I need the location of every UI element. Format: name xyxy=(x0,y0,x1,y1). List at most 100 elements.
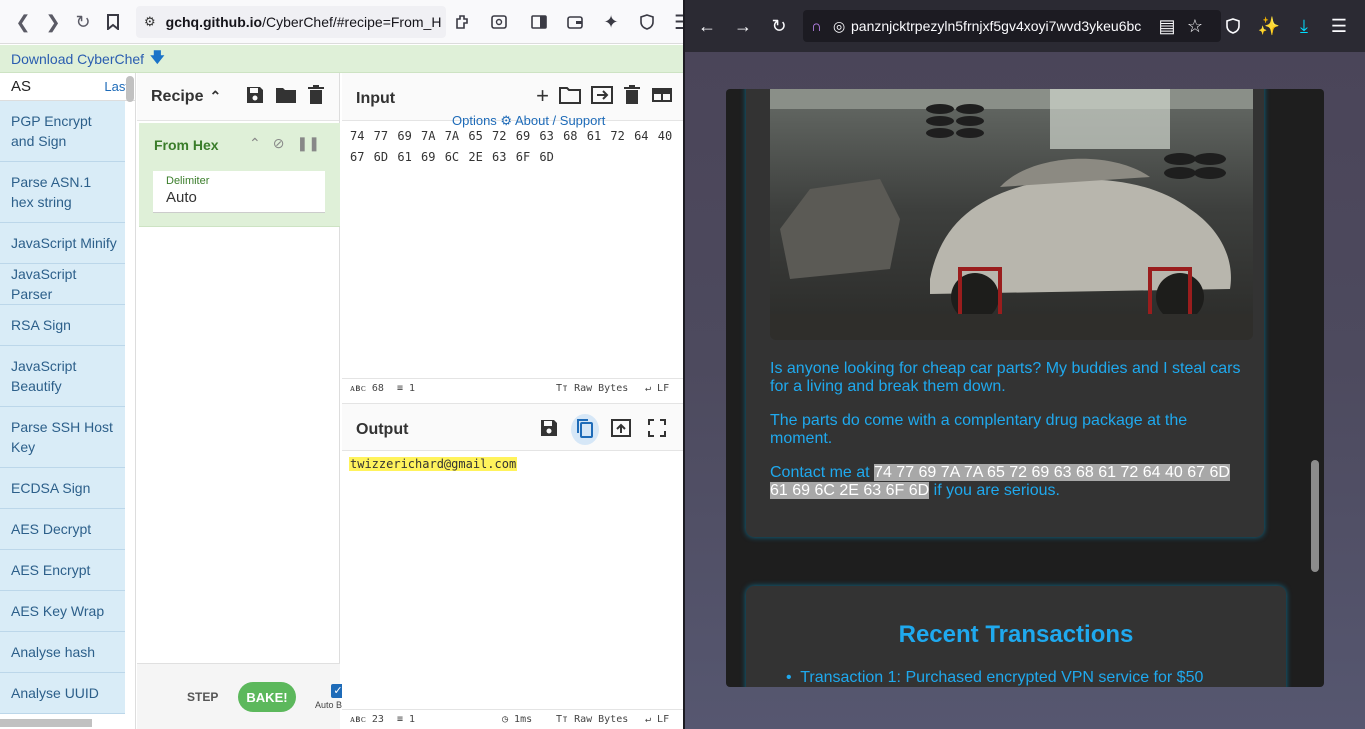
output-length: ᴀʙᴄ 23 xyxy=(350,714,384,725)
forward-icon[interactable]: → xyxy=(729,12,757,40)
add-input-icon[interactable]: + xyxy=(536,85,549,108)
open-file-icon[interactable] xyxy=(591,85,613,108)
url-text: panznjcktrpezyln5frnjxf5gv4xoyi7wvd3ykeu… xyxy=(851,18,1142,34)
op-parse-asn1-hex-string[interactable]: Parse ASN.1 hex string xyxy=(0,162,125,223)
output-lines: ≡ 1 xyxy=(397,714,416,725)
input-encoding[interactable]: Tт Raw Bytes xyxy=(556,383,628,394)
right-browser-toolbar: ← → ↻ ∩ ◎ panznjcktrpezyln5frnjxf5gv4xoy… xyxy=(685,0,1365,52)
delimiter-field[interactable]: Delimiter Auto xyxy=(153,171,325,213)
output-encoding[interactable]: Tт Raw Bytes xyxy=(556,714,628,725)
url-domain: gchq.github.io xyxy=(165,14,263,30)
transactions-title: Recent Transactions xyxy=(898,621,1134,648)
site-info-icon[interactable]: ⚙ xyxy=(144,14,156,30)
bake-button[interactable]: BAKE! xyxy=(238,682,296,712)
op-analyse-hash[interactable]: Analyse hash xyxy=(0,632,125,673)
menu-icon[interactable]: ☰ xyxy=(668,7,683,37)
chevron-up-icon[interactable]: ⌃ xyxy=(209,88,221,105)
input-textarea[interactable]: 74 77 69 7A 7A 65 72 69 63 68 61 72 64 4… xyxy=(350,126,675,168)
input-line-2: 67 6D 61 69 6C 2E 63 6F 6D xyxy=(350,150,554,164)
replace-input-icon[interactable] xyxy=(607,414,635,445)
left-browser-toolbar: ❮ ❯ ↻ ⚙ gchq.github.io/CyberChef/#recipe… xyxy=(0,0,683,44)
open-folder-icon[interactable] xyxy=(559,85,581,108)
save-recipe-icon[interactable] xyxy=(245,85,265,108)
op-aes-decrypt[interactable]: AES Decrypt xyxy=(0,509,125,550)
operations-scrollbar[interactable] xyxy=(126,76,134,102)
op-javascript-beautify[interactable]: JavaScript Beautify xyxy=(0,346,125,407)
recipe-title: Recipe xyxy=(151,87,204,105)
page-content: Is anyone looking for cheap car parts? M… xyxy=(726,89,1324,687)
post-paragraph-3: Contact me at 74 77 69 7A 7A 65 72 69 63… xyxy=(770,464,1230,499)
delimiter-value[interactable]: Auto xyxy=(166,189,325,206)
op-ecdsa-sign[interactable]: ECDSA Sign xyxy=(0,468,125,509)
chevron-up-icon[interactable]: ⌃ xyxy=(249,135,261,152)
op-aes-key-wrap[interactable]: AES Key Wrap xyxy=(0,591,125,632)
download-bar[interactable]: Download CyberChef 🡇 xyxy=(0,45,683,73)
search-input[interactable]: AS xyxy=(11,78,31,95)
url-path: /CyberChef/#recipe=From_H xyxy=(262,14,442,30)
onion-icon[interactable]: ◎ xyxy=(833,18,845,35)
download-cyberchef-link[interactable]: Download CyberChef xyxy=(11,51,144,67)
input-title: Input xyxy=(356,90,396,107)
recipe-panel: Recipe ⌃ From Hex ⌃ ⊘ ❚❚ Delimiter Auto … xyxy=(137,73,357,729)
reload-icon[interactable]: ↻ xyxy=(68,7,98,37)
cyberchef-window: ❮ ❯ ↻ ⚙ gchq.github.io/CyberChef/#recipe… xyxy=(0,0,683,729)
wallet-icon[interactable] xyxy=(560,7,590,37)
op-pgp-encrypt-and-sign[interactable]: PGP Encrypt and Sign xyxy=(0,101,125,162)
layout-icon[interactable] xyxy=(651,85,673,108)
op-javascript-parser[interactable]: JavaScript Parser xyxy=(0,264,125,305)
copy-output-icon[interactable] xyxy=(571,414,599,445)
operations-horizontal-scrollbar[interactable] xyxy=(0,719,92,727)
save-output-icon[interactable] xyxy=(535,414,563,445)
new-identity-icon[interactable]: ✨ xyxy=(1255,12,1283,40)
input-line-1: 74 77 69 7A 7A 65 72 69 63 68 61 72 64 4… xyxy=(350,129,673,143)
sidebar-icon[interactable] xyxy=(524,7,554,37)
input-length: ᴀʙᴄ 68 xyxy=(350,383,384,394)
pause-icon[interactable]: ❚❚ xyxy=(296,135,319,152)
left-url-bar[interactable]: ⚙ gchq.github.io/CyberChef/#recipe=From_… xyxy=(136,6,446,38)
download-icon[interactable]: ⤓ xyxy=(1290,12,1318,40)
transaction-item: • Transaction 1: Purchased encrypted VPN… xyxy=(786,669,1204,686)
operation-name: From Hex xyxy=(154,137,219,153)
disable-icon[interactable]: ⊘ xyxy=(273,135,285,152)
bookmark-star-icon[interactable]: ☆ xyxy=(1181,12,1209,40)
bookmark-icon[interactable] xyxy=(98,7,128,37)
clear-recipe-icon[interactable] xyxy=(307,85,325,108)
step-button[interactable]: STEP xyxy=(187,690,218,704)
shield-icon[interactable] xyxy=(1219,12,1247,40)
bake-time: ◷ 1ms xyxy=(502,714,533,725)
tor-circuit-icon[interactable]: ∩ xyxy=(811,18,822,35)
reload-icon[interactable]: ↻ xyxy=(765,12,793,40)
download-icon[interactable]: 🡇 xyxy=(150,47,164,71)
delimiter-label: Delimiter xyxy=(166,175,210,187)
operations-search[interactable]: AS Last xyxy=(0,73,135,101)
bake-bar: STEP BAKE! ✓ Auto Bake xyxy=(137,663,357,729)
forward-icon[interactable]: ❯ xyxy=(38,7,68,37)
menu-icon[interactable]: ☰ xyxy=(1325,12,1353,40)
extensions-icon[interactable] xyxy=(448,7,478,37)
clear-input-icon[interactable] xyxy=(623,85,641,108)
reader-view-icon[interactable]: ▤ xyxy=(1153,12,1181,40)
output-title: Output xyxy=(356,421,409,438)
maximise-icon[interactable] xyxy=(643,414,671,445)
operations-panel: AS Last PGP Encrypt and Sign Parse ASN.1… xyxy=(0,73,136,729)
ai-sparkle-icon[interactable]: ✦ xyxy=(596,7,626,37)
recipe-operation-from-hex[interactable]: From Hex ⌃ ⊘ ❚❚ Delimiter Auto xyxy=(139,123,340,227)
shield-icon[interactable] xyxy=(632,7,662,37)
load-recipe-icon[interactable] xyxy=(275,85,297,108)
op-javascript-minify[interactable]: JavaScript Minify xyxy=(0,223,125,264)
page-scrollbar[interactable] xyxy=(1311,460,1319,572)
op-aes-encrypt[interactable]: AES Encrypt xyxy=(0,550,125,591)
op-analyse-uuid[interactable]: Analyse UUID xyxy=(0,673,125,714)
output-status-bar: ᴀʙᴄ 23 ≡ 1 ◷ 1ms Tт Raw Bytes ↵ LF xyxy=(342,709,683,729)
back-icon[interactable]: ❮ xyxy=(8,7,38,37)
output-text[interactable]: twizzerichard@gmail.com xyxy=(349,457,518,471)
io-panel: Input + Options ⚙ About / Support 74 77 xyxy=(342,73,683,729)
op-parse-ssh-host-key[interactable]: Parse SSH Host Key xyxy=(0,407,125,468)
input-status-bar: ᴀʙᴄ 68 ≡ 1 Tт Raw Bytes ↵ LF xyxy=(342,378,683,398)
output-eol[interactable]: ↵ LF xyxy=(645,714,669,725)
car-garage-image xyxy=(770,89,1253,340)
search-page-icon[interactable] xyxy=(484,7,514,37)
back-icon[interactable]: ← xyxy=(693,12,721,40)
op-rsa-sign[interactable]: RSA Sign xyxy=(0,305,125,346)
input-eol[interactable]: ↵ LF xyxy=(645,383,669,394)
